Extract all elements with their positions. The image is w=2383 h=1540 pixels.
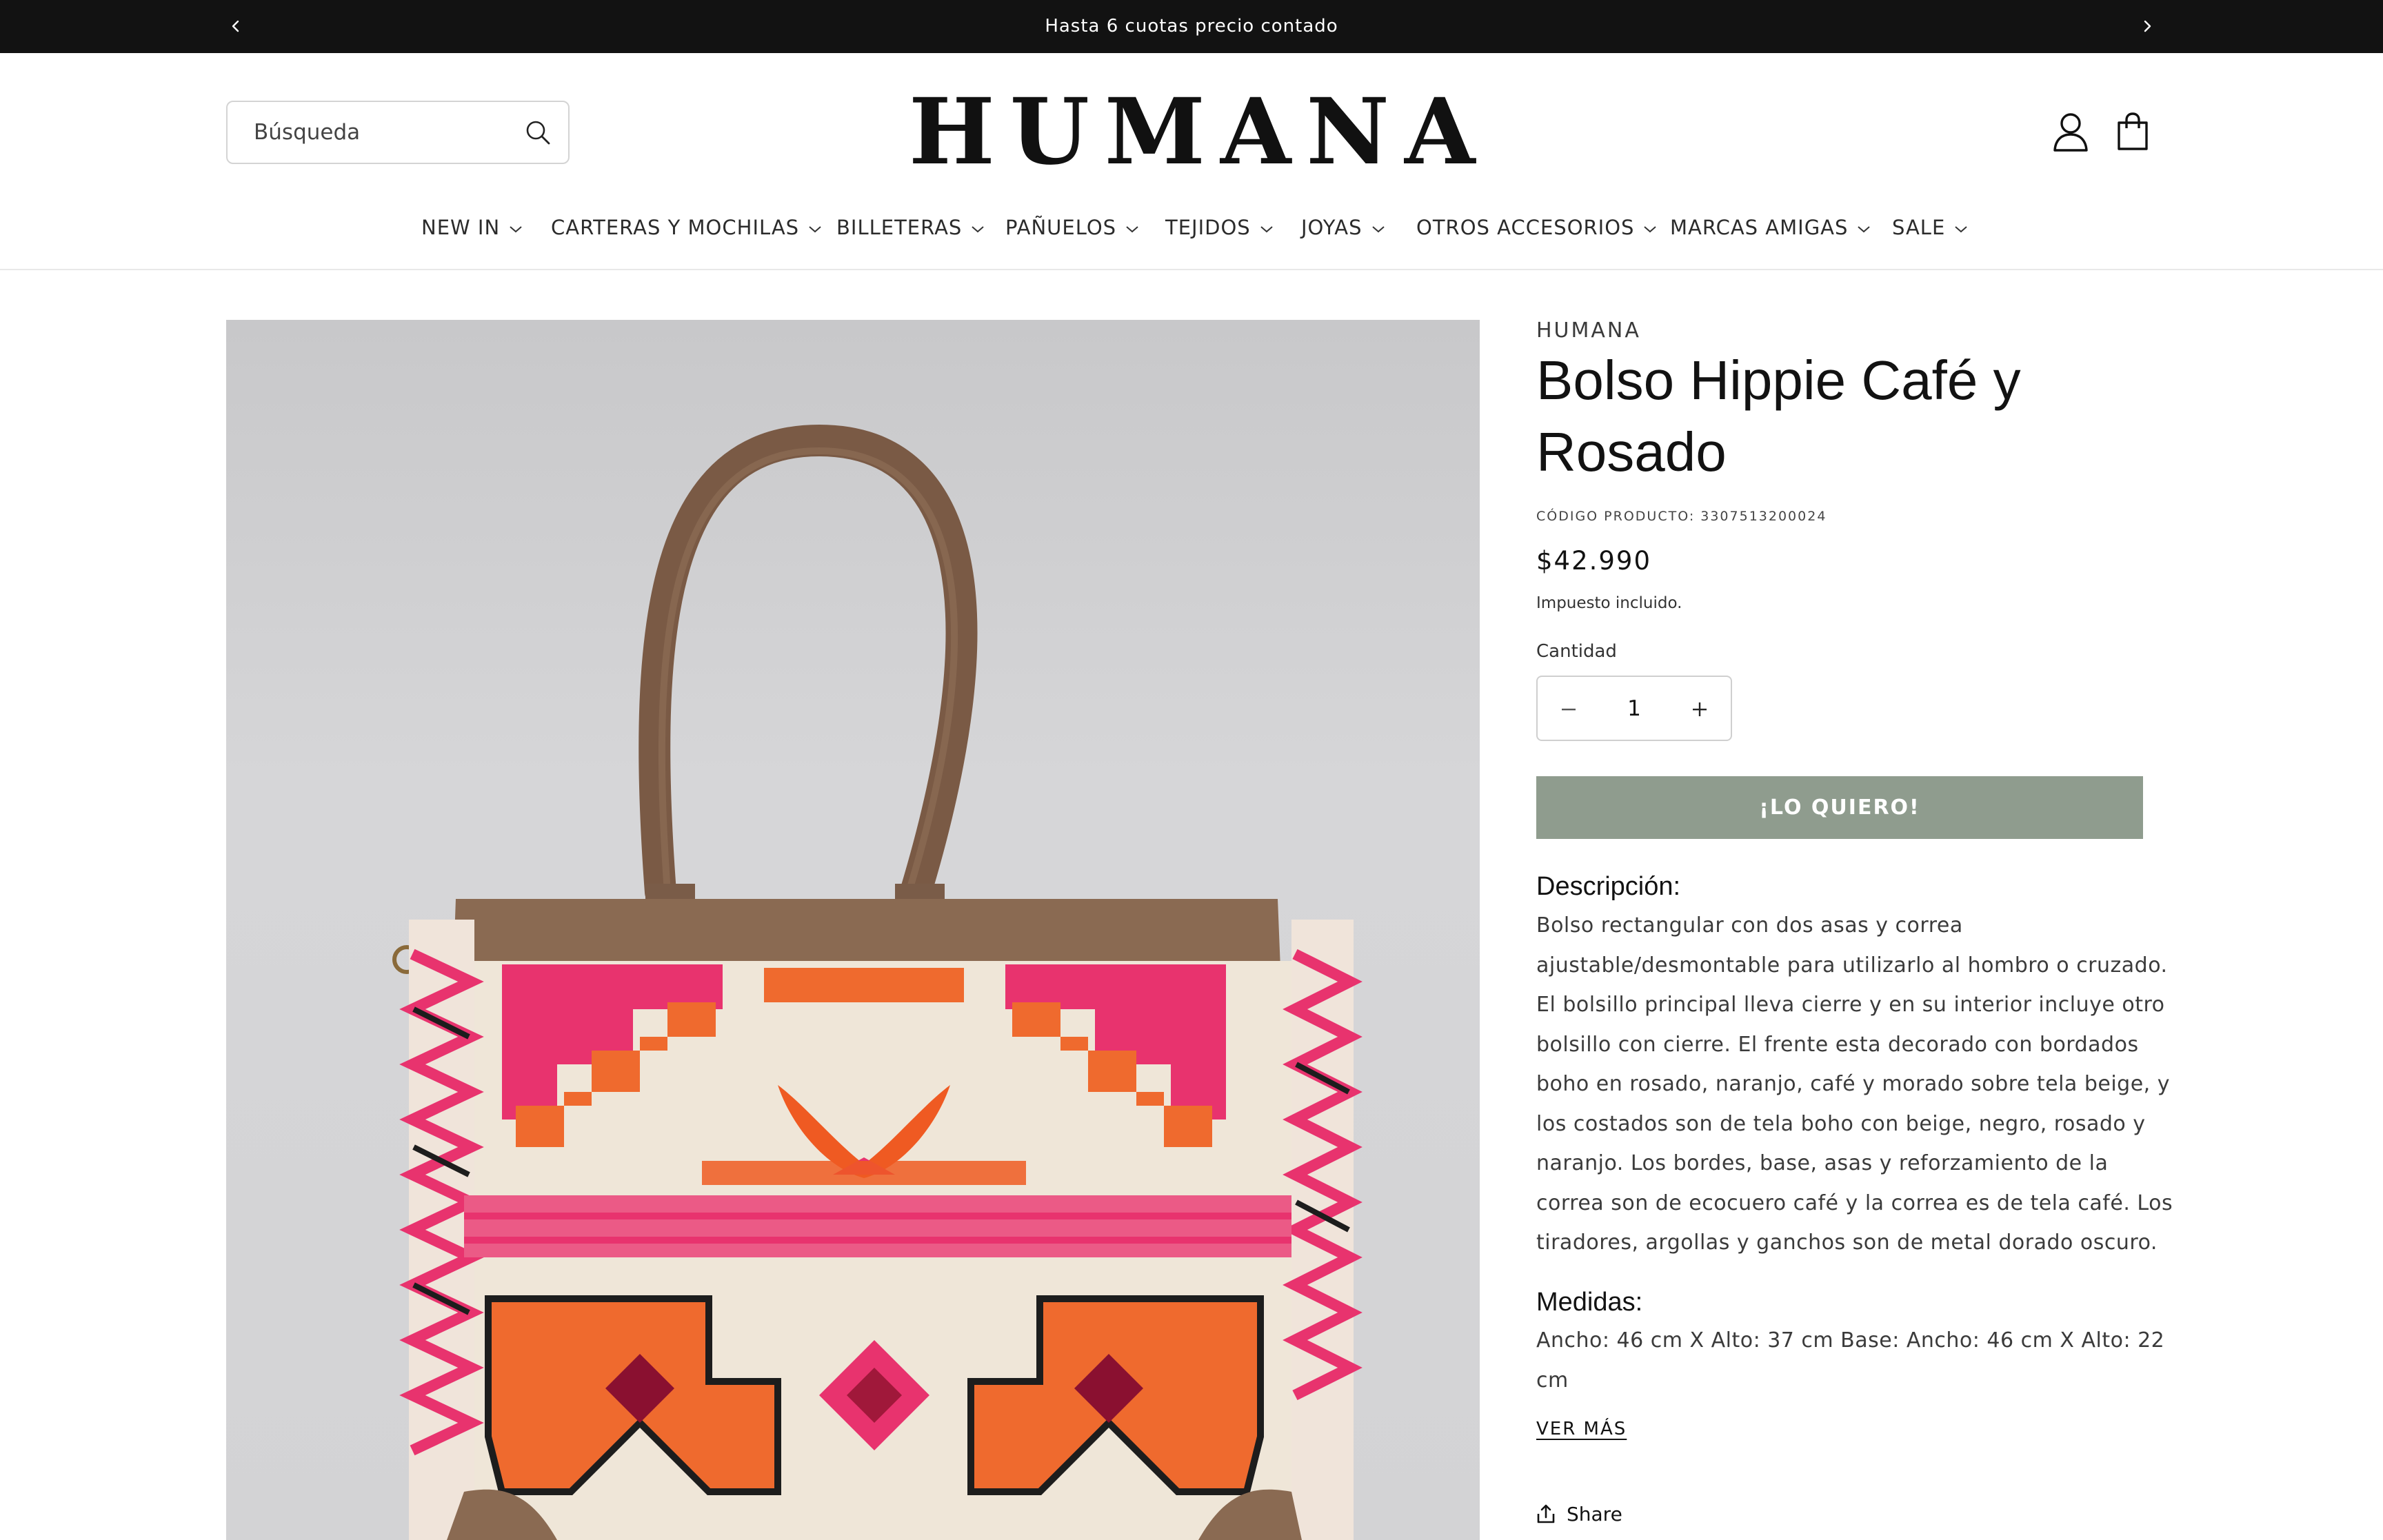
measures-heading: Medidas: (1536, 1288, 1643, 1317)
chevron-down-icon (1858, 226, 1871, 233)
plus-icon (1693, 702, 1707, 716)
quantity-input[interactable] (1600, 677, 1669, 740)
nav-item-marcas-amigas[interactable]: MARCAS AMIGAS (1670, 207, 1871, 248)
product-title: Bolso Hippie Café y Rosado (1536, 349, 2021, 483)
chevron-right-icon[interactable] (2135, 14, 2160, 39)
chevron-down-icon (1371, 226, 1385, 233)
chevron-down-icon (1644, 226, 1657, 233)
product-sku: CÓDIGO PRODUCTO: 3307513200024 (1536, 509, 1827, 524)
nav-item-new-in[interactable]: NEW IN (421, 207, 523, 248)
chevron-down-icon (510, 226, 522, 233)
nav-item-panuelos[interactable]: PAÑUELOS (1005, 207, 1140, 248)
chevron-down-icon (972, 226, 985, 233)
nav-item-sale[interactable]: SALE (1892, 207, 1969, 248)
nav-label: MARCAS AMIGAS (1670, 216, 1849, 239)
product-image[interactable] (226, 320, 1480, 1540)
nav-label: PAÑUELOS (1005, 216, 1117, 239)
nav-item-carteras[interactable]: CARTERAS Y MOCHILAS (551, 207, 823, 248)
announcement-text: Hasta 6 cuotas precio contado (1045, 16, 1338, 37)
account-icon[interactable] (2051, 110, 2091, 153)
bag-illustration (392, 424, 1363, 1540)
share-button[interactable]: Share (1536, 1503, 1622, 1530)
chevron-down-icon (1260, 226, 1273, 233)
search-icon[interactable] (523, 117, 553, 148)
nav-label: BILLETERAS (836, 216, 963, 239)
quantity-stepper (1536, 676, 1732, 741)
share-label: Share (1567, 1503, 1622, 1526)
search-input[interactable] (254, 102, 516, 163)
description-heading: Descripción: (1536, 872, 1681, 901)
quantity-increase-button[interactable] (1669, 677, 1731, 740)
chevron-down-icon (1126, 226, 1138, 233)
minus-icon (1562, 709, 1576, 711)
tax-note: Impuesto incluido. (1536, 594, 1682, 612)
see-more-link[interactable]: VER MÁS (1536, 1419, 1627, 1439)
nav-label: SALE (1892, 216, 1946, 239)
nav-label: TEJIDOS (1165, 216, 1251, 239)
nav-item-joyas[interactable]: JOYAS (1301, 207, 1386, 248)
nav-label: OTROS ACCESORIOS (1416, 216, 1635, 239)
announcement-bar: Hasta 6 cuotas precio contado (0, 0, 2383, 53)
chevron-down-icon (809, 226, 821, 233)
nav-label: CARTERAS Y MOCHILAS (551, 216, 800, 239)
add-to-cart-button[interactable]: ¡LO QUIERO! (1536, 776, 2143, 839)
product-vendor: HUMANA (1536, 318, 1641, 343)
brand-logo[interactable]: HUMANA (909, 84, 1475, 181)
search-box[interactable] (226, 101, 570, 164)
cart-icon[interactable] (2113, 110, 2153, 153)
header-divider (0, 269, 2383, 270)
quantity-decrease-button[interactable] (1538, 677, 1600, 740)
quantity-label: Cantidad (1536, 641, 1617, 662)
nav-item-tejidos[interactable]: TEJIDOS (1165, 207, 1274, 248)
nav-label: JOYAS (1301, 216, 1363, 239)
nav-item-billeteras[interactable]: BILLETERAS (836, 207, 985, 248)
share-icon (1537, 1504, 1555, 1523)
product-price: $42.990 (1536, 546, 1652, 576)
nav-label: NEW IN (421, 216, 501, 239)
chevron-down-icon (1955, 226, 1967, 233)
product-description: Bolso rectangular con dos asas y correa … (1536, 913, 2173, 1255)
nav-item-otros-accesorios[interactable]: OTROS ACCESORIOS (1416, 207, 1658, 248)
main-nav: NEW IN CARTERAS Y MOCHILAS BILLETERAS PA… (0, 207, 2383, 248)
product-measures: Ancho: 46 cm X Alto: 37 cm Base: Ancho: … (1536, 1328, 2165, 1392)
